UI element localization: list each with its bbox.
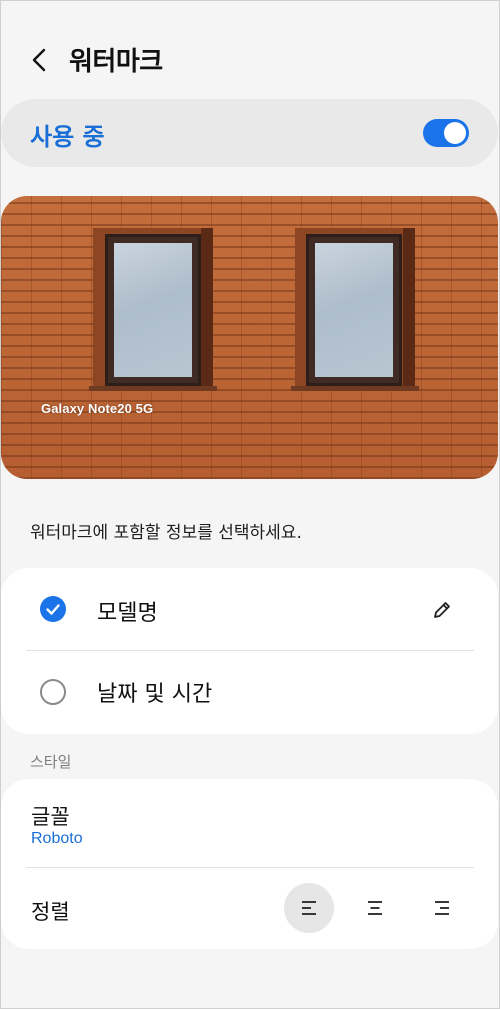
option-date-time[interactable]: 날짜 및 시간 <box>1 651 498 733</box>
app-bar: 워터마크 <box>0 30 500 90</box>
master-toggle[interactable] <box>423 119 469 147</box>
master-switch-label: 사용 중 <box>30 123 105 151</box>
watermark-text: Galaxy Note20 5G <box>41 401 154 416</box>
divider <box>26 867 474 868</box>
left-window <box>105 234 201 386</box>
option-model-name[interactable]: 모델명 <box>1 568 498 650</box>
watermark-options-card: 모델명 날짜 및 시간 <box>1 568 498 734</box>
style-section-header: 스타일 <box>30 753 72 771</box>
edit-model-name-button[interactable] <box>429 597 455 623</box>
right-window <box>306 234 402 386</box>
checkbox-checked-icon[interactable] <box>40 596 66 622</box>
style-card: 글꼴 Roboto 정렬 <box>1 779 498 949</box>
watermark-preview-image: Galaxy Note20 5G <box>1 196 498 479</box>
align-center-icon <box>368 901 382 915</box>
instruction-text: 워터마크에 포함할 정보를 선택하세요. <box>30 523 302 543</box>
pencil-icon <box>434 602 450 618</box>
page-title: 워터마크 <box>69 47 163 77</box>
align-right-icon <box>435 901 449 915</box>
align-right-button[interactable] <box>417 883 467 933</box>
back-button[interactable] <box>22 42 58 78</box>
font-value: Roboto <box>31 830 83 847</box>
chevron-left-icon <box>32 48 46 72</box>
left-window-sill <box>89 386 217 391</box>
option-label: 날짜 및 시간 <box>97 682 213 707</box>
align-center-button[interactable] <box>350 883 400 933</box>
checkbox-unchecked-icon[interactable] <box>40 679 66 705</box>
toggle-knob <box>444 122 466 144</box>
master-switch-row[interactable]: 사용 중 <box>1 99 498 167</box>
font-label: 글꼴 <box>31 805 70 829</box>
font-setting[interactable]: 글꼴 Roboto <box>1 779 498 867</box>
option-label: 모델명 <box>97 601 158 626</box>
align-left-button[interactable] <box>284 883 334 933</box>
align-left-icon <box>302 901 316 915</box>
right-window-sill <box>291 386 419 391</box>
alignment-label: 정렬 <box>31 900 70 924</box>
